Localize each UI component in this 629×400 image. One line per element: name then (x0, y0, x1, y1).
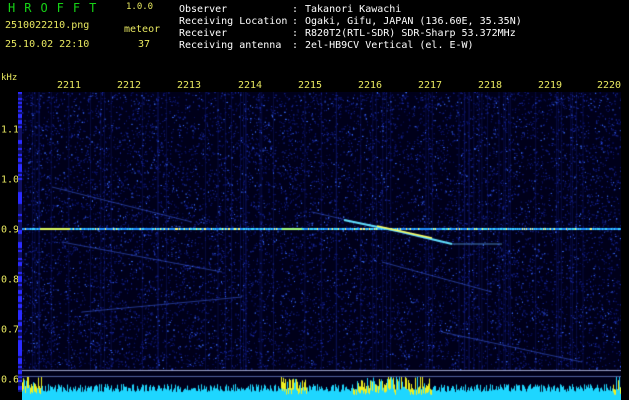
header-panel: HROFFT 1.0.0 2510022210.png meteor 25.10… (0, 0, 629, 78)
info-value-antenna: 2el-HB9CV Vertical (el. E-W) (305, 41, 474, 51)
file-name: 2510022210.png (5, 21, 89, 31)
info-value-receiver: R820T2(RTL-SDR) SDR-Sharp 53.372MHz (305, 29, 516, 39)
frequency-tick-label: 0.9 (1, 225, 19, 236)
info-label-location: Receiving Location (179, 17, 287, 27)
time-tick-label: 2220 (597, 80, 621, 91)
time-tick-label: 2217 (418, 80, 442, 91)
meteor-count: 37 (138, 40, 150, 50)
frequency-tick-label: 1.0 (1, 175, 19, 186)
time-tick-label: 2218 (478, 80, 502, 91)
frequency-tick-label: 0.7 (1, 325, 19, 336)
plot-right-border (621, 92, 629, 400)
info-value-observer: Takanori Kawachi (305, 5, 401, 15)
spectrogram-canvas[interactable] (22, 92, 621, 400)
frequency-tick-label: 1.1 (1, 125, 19, 136)
app-version: 1.0.0 (126, 3, 153, 12)
info-colon: : (292, 5, 298, 15)
app-title: HROFFT (8, 2, 105, 14)
frequency-tick-label: 0.8 (1, 275, 19, 286)
mode-label: meteor (124, 25, 160, 35)
info-label-receiver: Receiver (179, 29, 227, 39)
time-tick-label: 2215 (298, 80, 322, 91)
timestamp: 25.10.02 22:10 (5, 40, 89, 50)
time-tick-label: 2212 (117, 80, 141, 91)
time-tick-label: 2219 (538, 80, 562, 91)
info-colon: : (292, 29, 298, 39)
frequency-tick-label: 0.6 (1, 375, 19, 386)
info-value-location: Ogaki, Gifu, JAPAN (136.60E, 35.35N) (305, 17, 522, 27)
time-tick-label: 2213 (177, 80, 201, 91)
time-tick-label: 2216 (358, 80, 382, 91)
frequency-unit-label: kHz (1, 74, 17, 83)
time-tick-label: 2214 (238, 80, 262, 91)
info-colon: : (292, 17, 298, 27)
info-label-antenna: Receiving antenna (179, 41, 281, 51)
spectrogram-plot[interactable] (22, 92, 621, 400)
info-label-observer: Observer (179, 5, 227, 15)
time-tick-label: 2211 (57, 80, 81, 91)
info-colon: : (292, 41, 298, 51)
